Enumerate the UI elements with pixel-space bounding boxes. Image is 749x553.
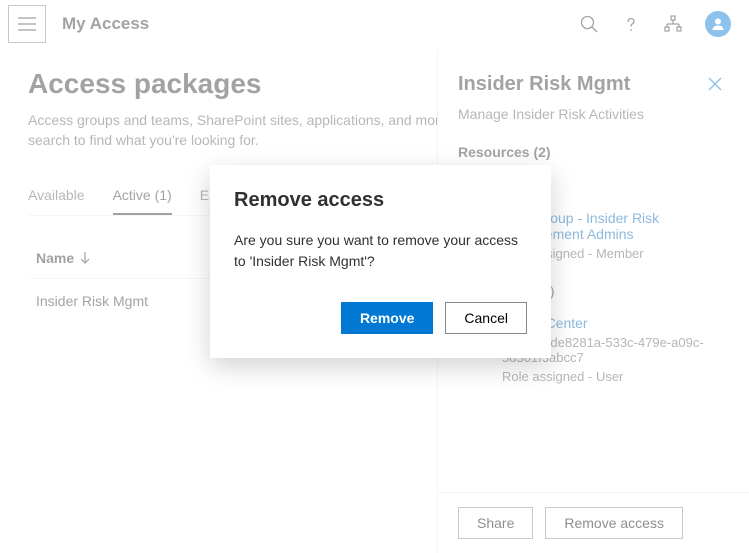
cancel-button[interactable]: Cancel	[445, 302, 527, 334]
remove-button[interactable]: Remove	[341, 302, 433, 334]
dialog-actions: Remove Cancel	[234, 302, 527, 334]
dialog-body: Are you sure you want to remove your acc…	[234, 230, 527, 272]
dialog-title: Remove access	[234, 189, 527, 212]
remove-access-dialog: Remove access Are you sure you want to r…	[210, 165, 551, 358]
